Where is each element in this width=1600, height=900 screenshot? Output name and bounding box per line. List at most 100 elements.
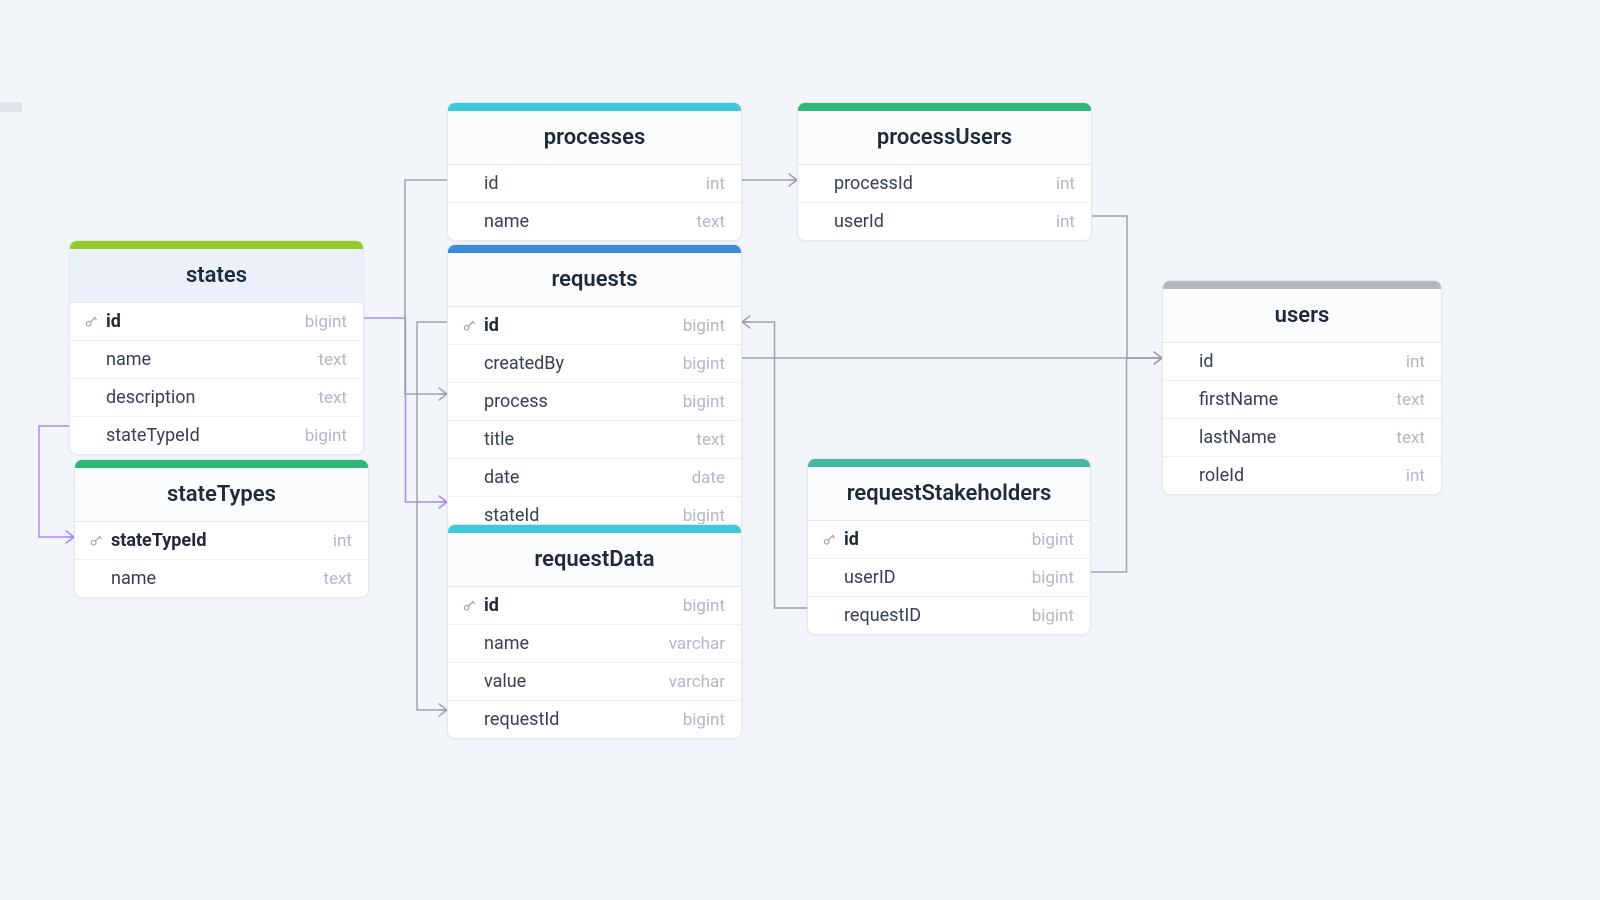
table-states[interactable]: statesidbigintnametextdescriptiontextsta… (69, 240, 364, 455)
column-type: bigint (305, 426, 347, 446)
column-type: text (318, 388, 347, 408)
table-requestData[interactable]: requestData id bigint name varchar valuevarch… (447, 524, 742, 739)
table-users[interactable]: usersidintfirstNametextlastNametextroleI… (1162, 280, 1442, 495)
column-left: stateTypeId (89, 530, 207, 551)
primary-key-icon (89, 534, 103, 548)
column-left: requestId (462, 709, 559, 730)
column-type: bigint (683, 392, 725, 412)
column-row[interactable]: lastName text (1163, 419, 1441, 457)
column-row[interactable]: name text (75, 560, 368, 597)
column-row[interactable]: stateTypeId bigint (70, 417, 363, 454)
column-row[interactable]: idint (1163, 343, 1441, 381)
column-row[interactable]: firstNametext (1163, 381, 1441, 419)
column-row[interactable]: titletext (448, 421, 741, 459)
column-row[interactable]: idbigint (808, 521, 1090, 559)
column-type: int (1056, 212, 1075, 232)
column-row[interactable]: nametext (70, 341, 363, 379)
table-title: processUsers (798, 111, 1091, 165)
column-row[interactable]: requestIDbigint (808, 597, 1090, 634)
column-type: text (323, 569, 352, 589)
column-type: bigint (683, 316, 725, 336)
table-title: requestData (448, 533, 741, 587)
column-left: description (84, 387, 195, 408)
column-type: int (706, 174, 725, 194)
primary-key-icon (462, 319, 476, 333)
column-left: id (462, 173, 499, 194)
table-requestStakeholders[interactable]: requestStakeholdersidbigintuserIDbigintr… (807, 458, 1091, 635)
column-row[interactable]: id int (448, 165, 741, 203)
column-row[interactable]: requestIdbigint (448, 701, 741, 738)
column-row[interactable]: id bigint (448, 307, 741, 345)
column-row[interactable]: processId int (798, 165, 1091, 203)
table-title: requestStakeholders (808, 467, 1090, 521)
column-row[interactable]: description text (70, 379, 363, 417)
primary-key-icon (84, 315, 98, 329)
column-type: varchar (669, 634, 725, 654)
column-row[interactable]: userId int (798, 203, 1091, 240)
column-row[interactable]: userIDbigint (808, 559, 1090, 597)
column-row[interactable]: stateTypeId int (75, 522, 368, 560)
column-row[interactable]: createdBybigint (448, 345, 741, 383)
column-left: stateId (462, 505, 539, 526)
column-type: bigint (1032, 606, 1074, 626)
column-name: date (484, 467, 519, 488)
column-left: roleId (1177, 465, 1244, 486)
table-title: stateTypes (75, 468, 368, 522)
column-left: id (462, 595, 499, 616)
table-accent (75, 460, 368, 468)
column-left: lastName (1177, 427, 1276, 448)
column-type: int (1056, 174, 1075, 194)
column-name: processId (834, 173, 913, 194)
table-processes[interactable]: processesidintnametext (447, 102, 742, 241)
table-requests[interactable]: requestsidbigintcreatedBybigintprocessbi… (447, 244, 742, 535)
erd-canvas[interactable]: statesidbigintnametextdescriptiontextsta… (0, 0, 1600, 900)
column-name: stateId (484, 505, 539, 526)
column-row[interactable]: nametext (448, 203, 741, 240)
column-name: id (484, 315, 499, 336)
table-accent (448, 525, 741, 533)
table-stateTypes[interactable]: stateTypes stateTypeId int name text (74, 459, 369, 598)
column-left: process (462, 391, 548, 412)
column-row[interactable]: idbigint (70, 303, 363, 341)
column-row[interactable]: process bigint (448, 383, 741, 421)
column-type: text (696, 430, 725, 450)
column-name: id (844, 529, 859, 550)
column-name: description (106, 387, 195, 408)
table-title: requests (448, 253, 741, 307)
column-left: createdBy (462, 353, 564, 374)
column-type: int (333, 531, 352, 551)
table-accent (798, 103, 1091, 111)
column-left: date (462, 467, 519, 488)
column-left: value (462, 671, 526, 692)
column-row[interactable]: id bigint (448, 587, 741, 625)
column-row[interactable]: datedate (448, 459, 741, 497)
column-name: userId (834, 211, 884, 232)
column-row[interactable]: roleId int (1163, 457, 1441, 494)
column-type: int (1406, 466, 1425, 486)
column-left: id (84, 311, 121, 332)
column-name: roleId (1199, 465, 1244, 486)
table-accent (448, 245, 741, 253)
table-processUsers[interactable]: processUsers processId int userId int (797, 102, 1092, 241)
column-left: processId (812, 173, 913, 194)
column-left: id (822, 529, 859, 550)
table-accent (448, 103, 741, 111)
column-name: id (484, 173, 499, 194)
column-name: name (106, 349, 151, 370)
column-name: name (484, 633, 529, 654)
column-name: requestId (484, 709, 559, 730)
column-row[interactable]: name varchar (448, 625, 741, 663)
column-type: bigint (683, 596, 725, 616)
column-name: id (484, 595, 499, 616)
column-left: userID (822, 567, 896, 588)
column-left: userId (812, 211, 884, 232)
column-name: value (484, 671, 526, 692)
primary-key-icon (822, 533, 836, 547)
column-type: text (1396, 428, 1425, 448)
column-left: name (462, 211, 529, 232)
column-left: name (462, 633, 529, 654)
column-row[interactable]: valuevarchar (448, 663, 741, 701)
column-left: stateTypeId (84, 425, 200, 446)
column-type: bigint (683, 506, 725, 526)
column-left: name (89, 568, 156, 589)
